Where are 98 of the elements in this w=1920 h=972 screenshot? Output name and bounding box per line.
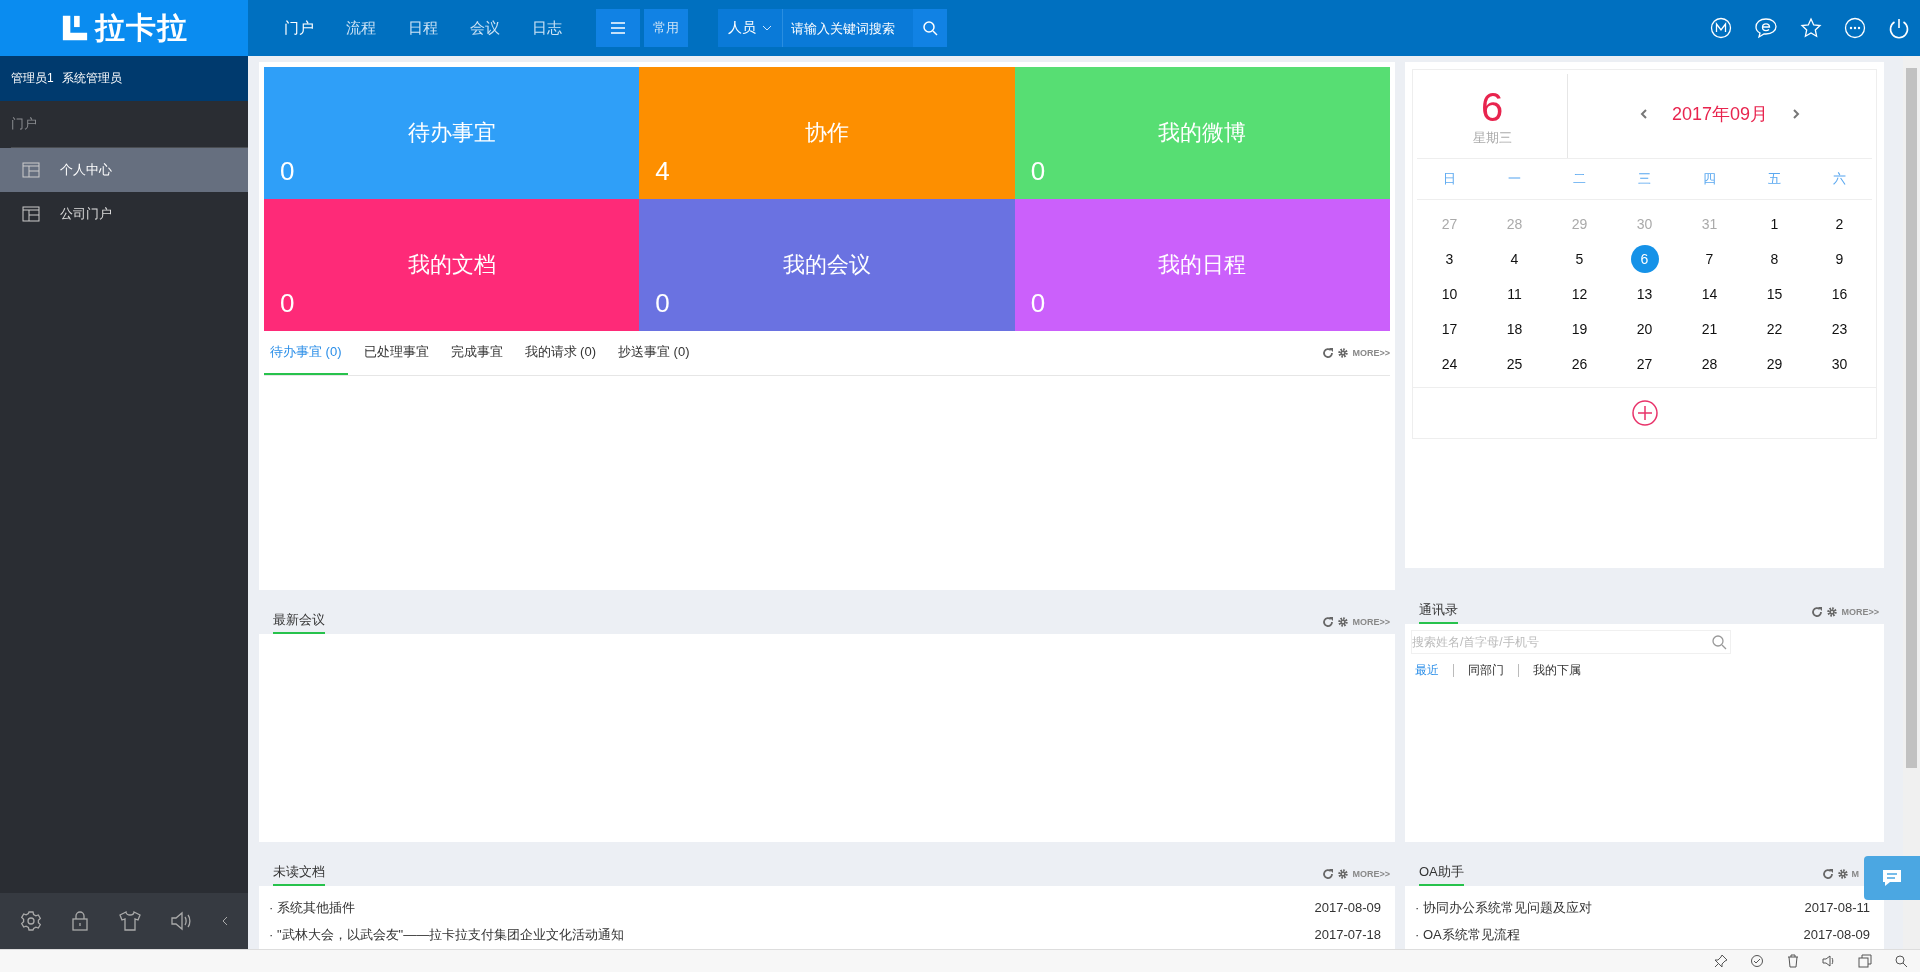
add-icon[interactable] bbox=[1631, 400, 1658, 426]
day-number: 6 bbox=[1480, 85, 1504, 129]
chat-icon bbox=[1881, 868, 1903, 888]
calendar-day[interactable]: 14 bbox=[1695, 279, 1724, 308]
scope-dropdown[interactable]: 人员 bbox=[718, 9, 783, 47]
task-tab[interactable]: 待办事宜 (0) bbox=[264, 331, 348, 375]
search-button[interactable] bbox=[913, 9, 947, 47]
calendar-day[interactable]: 20 bbox=[1630, 314, 1659, 343]
search-icon bbox=[922, 20, 938, 36]
calendar-day[interactable]: 19 bbox=[1565, 314, 1594, 343]
calendar-day[interactable]: 3 bbox=[1435, 244, 1464, 273]
document-link[interactable]: · "武林大会，以武会友"——拉卡拉支付集团企业文化活动通知 bbox=[269, 921, 625, 948]
calendar-day[interactable]: 21 bbox=[1695, 314, 1724, 343]
shirt-icon[interactable] bbox=[118, 910, 142, 932]
sidebar-item[interactable]: 公司门户 bbox=[0, 192, 248, 236]
calendar-day[interactable]: 9 bbox=[1825, 244, 1854, 273]
weekday-header: 五 bbox=[1768, 170, 1781, 188]
calendar-day[interactable]: 24 bbox=[1435, 349, 1464, 378]
date-text: 2017-08-09 bbox=[1803, 926, 1870, 944]
stat-tile[interactable]: 我的文档 0 bbox=[264, 199, 640, 331]
speaker-icon[interactable] bbox=[1822, 954, 1836, 968]
more-link[interactable]: MORE>> bbox=[1352, 348, 1390, 358]
scrollbar[interactable] bbox=[1903, 56, 1920, 949]
lock-icon[interactable] bbox=[70, 910, 90, 932]
pin-icon[interactable] bbox=[1714, 954, 1728, 968]
logo-text: 拉卡拉 bbox=[94, 9, 188, 46]
calendar-day[interactable]: 5 bbox=[1565, 244, 1594, 273]
m-circle-icon[interactable] bbox=[1710, 17, 1732, 39]
weekday-header: 日 bbox=[1443, 170, 1456, 188]
chevron-right-icon[interactable] bbox=[1792, 108, 1801, 120]
layout-icon bbox=[22, 206, 40, 222]
nav-tab[interactable]: 日程 bbox=[392, 0, 454, 56]
calendar-day[interactable]: 26 bbox=[1565, 349, 1594, 378]
chat-button[interactable] bbox=[1864, 856, 1920, 900]
calendar-day[interactable]: 10 bbox=[1435, 279, 1464, 308]
star-icon[interactable] bbox=[1800, 17, 1822, 39]
trash-icon[interactable] bbox=[1786, 954, 1800, 968]
filter-link[interactable]: 最近 bbox=[1411, 664, 1453, 677]
sidebar-item[interactable]: 个人中心 bbox=[0, 148, 248, 192]
chevron-left-icon[interactable] bbox=[1639, 108, 1648, 120]
search-field[interactable]: 请输入关键词搜索 bbox=[783, 9, 913, 47]
weekday-header: 二 bbox=[1573, 170, 1586, 188]
more-icon[interactable] bbox=[1844, 17, 1866, 39]
calendar-day[interactable]: 11 bbox=[1500, 279, 1529, 308]
nav-tab[interactable]: 会议 bbox=[454, 0, 516, 56]
e-bubble-icon[interactable] bbox=[1754, 17, 1778, 39]
task-tab[interactable]: 完成事宜 bbox=[444, 331, 509, 375]
power-icon[interactable] bbox=[1888, 17, 1910, 39]
calendar-day[interactable]: 2 bbox=[1825, 209, 1854, 238]
logo-icon bbox=[60, 14, 89, 42]
calendar-day[interactable]: 1 bbox=[1760, 209, 1789, 238]
date-text: 2017-07-18 bbox=[1314, 926, 1381, 944]
article-link[interactable]: · OA系统常见流程 bbox=[1415, 921, 1520, 948]
month-title: 2017年09月 bbox=[1671, 103, 1769, 126]
task-tab[interactable]: 我的请求 (0) bbox=[518, 331, 602, 375]
calendar-day[interactable]: 13 bbox=[1630, 279, 1659, 308]
calendar-day[interactable]: 25 bbox=[1500, 349, 1529, 378]
calendar-day[interactable]: 27 bbox=[1630, 349, 1659, 378]
date-text: 2017-08-09 bbox=[1314, 899, 1381, 917]
weekday-header: 一 bbox=[1508, 170, 1521, 188]
nav-tab[interactable]: 流程 bbox=[330, 0, 392, 56]
search-icon[interactable] bbox=[1894, 954, 1908, 968]
contact-search-field[interactable]: 搜索姓名/首字母/手机号 bbox=[1411, 630, 1731, 654]
calendar-day[interactable]: 22 bbox=[1760, 314, 1789, 343]
article-link[interactable]: · 协同办公系统常见问题及应对 bbox=[1415, 894, 1592, 921]
task-tab[interactable]: 已处理事宜 bbox=[357, 331, 435, 375]
nav-tab[interactable]: 日志 bbox=[516, 0, 578, 56]
calendar-day[interactable]: 28 bbox=[1695, 349, 1724, 378]
calendar-day[interactable]: 7 bbox=[1695, 244, 1724, 273]
document-link[interactable]: · 系统其他插件 bbox=[269, 894, 355, 921]
calendar-day[interactable]: 8 bbox=[1760, 244, 1789, 273]
task-tab[interactable]: 抄送事宜 (0) bbox=[612, 331, 696, 375]
user-role: 系统管理员 bbox=[61, 70, 122, 87]
calendar-day[interactable]: 17 bbox=[1435, 314, 1464, 343]
stat-tile[interactable]: 我的会议 0 bbox=[639, 199, 1015, 331]
collapse-icon[interactable] bbox=[222, 916, 228, 926]
filter-link[interactable]: 我的下属 bbox=[1518, 664, 1595, 677]
calendar-day[interactable]: 4 bbox=[1500, 244, 1529, 273]
calendar-day[interactable]: 30 bbox=[1825, 349, 1854, 378]
calendar-day[interactable]: 29 bbox=[1760, 349, 1789, 378]
menu-button[interactable] bbox=[596, 9, 640, 47]
filter-link[interactable]: 同部门 bbox=[1453, 664, 1518, 677]
weekday-text: 星期三 bbox=[1472, 129, 1512, 147]
calendar-day[interactable]: 23 bbox=[1825, 314, 1854, 343]
caret-icon bbox=[762, 25, 772, 31]
menu-icon bbox=[610, 21, 626, 35]
layout-icon bbox=[22, 162, 40, 178]
date-text: 2017-08-11 bbox=[1804, 899, 1870, 917]
calendar-day[interactable]: 18 bbox=[1500, 314, 1529, 343]
calendar-day[interactable]: 12 bbox=[1565, 279, 1594, 308]
calendar-day[interactable]: 16 bbox=[1825, 279, 1854, 308]
nav-tab[interactable]: 门户 bbox=[268, 0, 330, 56]
weekday-header: 三 bbox=[1638, 170, 1651, 188]
weekday-header: 四 bbox=[1703, 170, 1716, 188]
window-icon[interactable] bbox=[1858, 954, 1872, 968]
weekday-header: 六 bbox=[1833, 170, 1846, 188]
user-name: 管理员1 bbox=[11, 70, 54, 87]
calendar-day[interactable]: 15 bbox=[1760, 279, 1789, 308]
